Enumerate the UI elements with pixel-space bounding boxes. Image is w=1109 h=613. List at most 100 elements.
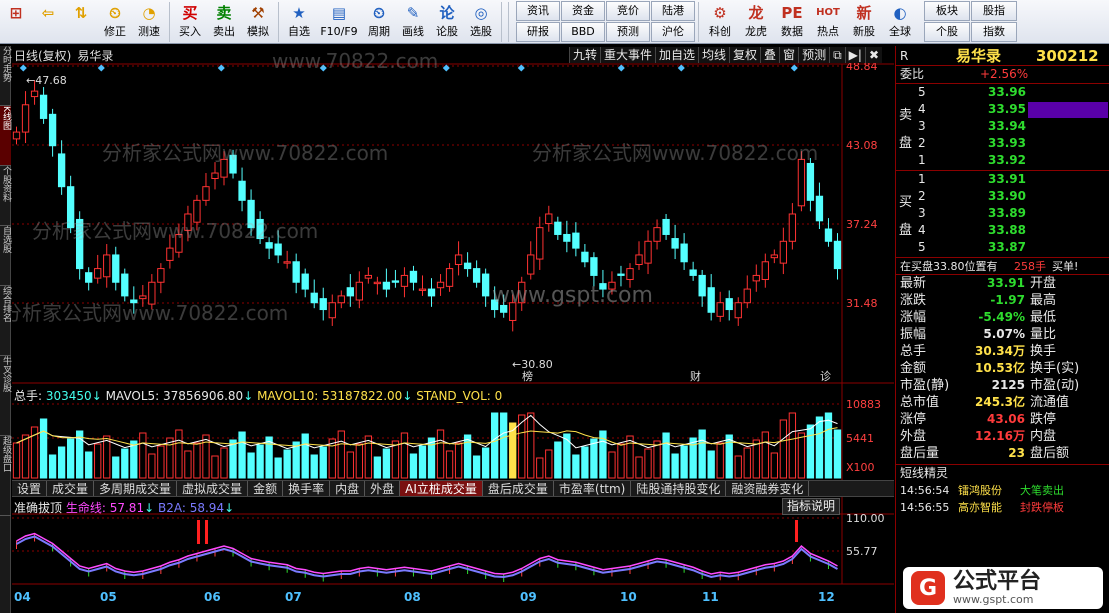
- toolbar-buy-button[interactable]: 买买入: [173, 0, 207, 44]
- toolbar-draw-button[interactable]: ✎ 画线: [396, 0, 430, 44]
- toolbar-grid-button[interactable]: 资金: [561, 1, 605, 21]
- down-arrow-icon: ↓: [91, 389, 102, 403]
- toolbar-grid-button[interactable]: 沪伦: [651, 22, 695, 42]
- candle-body: [626, 268, 634, 281]
- left-tab[interactable]: K线图: [0, 106, 11, 166]
- toolbar-home-button[interactable]: ⊞: [0, 0, 32, 44]
- toolbar-market-button[interactable]: 股指: [971, 1, 1017, 21]
- toolbar-market-button[interactable]: 板块: [924, 1, 970, 21]
- toolbar-period-button[interactable]: ⏲ 周期: [362, 0, 396, 44]
- chart-button[interactable]: 叠: [760, 47, 780, 63]
- chart-period-title[interactable]: 日线(复权): [14, 47, 71, 64]
- stat-label: 涨停: [900, 412, 927, 427]
- toolbar-grid-button[interactable]: 研报: [516, 22, 560, 42]
- toolbar-dragon-label: 龙虎: [745, 25, 767, 38]
- chart-button[interactable]: 复权: [729, 47, 761, 63]
- chart-button[interactable]: 预测: [798, 47, 830, 63]
- toolbar-dragon-button[interactable]: 龙龙虎: [738, 0, 774, 44]
- event-marker-label[interactable]: 榜: [522, 369, 533, 383]
- event-marker-label[interactable]: 诊: [820, 369, 831, 383]
- left-tab[interactable]: 超级盘口: [0, 436, 11, 516]
- candle-body: [554, 221, 562, 235]
- elves-row[interactable]: 14:56:55 高亦智能 封跌停板: [896, 499, 1109, 516]
- indicator-tab[interactable]: 换手率: [283, 481, 331, 496]
- toolbar-watchlist-button[interactable]: ★ 自选: [282, 0, 316, 44]
- indicator-tab[interactable]: AI立桩成交量: [400, 481, 483, 496]
- chart-button[interactable]: 窗: [779, 47, 799, 63]
- toolbar-pick-button[interactable]: ◎ 选股: [464, 0, 498, 44]
- indicator-tab[interactable]: 多周期成交量: [94, 481, 178, 496]
- toolbar-global-button[interactable]: ◐ 全球: [882, 0, 918, 44]
- toolbar-tech-button[interactable]: ⚙ 科创: [702, 0, 738, 44]
- volume-bar: [247, 452, 255, 479]
- volume-bar: [57, 446, 66, 479]
- event-marker-icon[interactable]: [790, 64, 798, 72]
- chart-button[interactable]: ✖: [864, 47, 882, 63]
- event-marker-icon[interactable]: [19, 64, 27, 72]
- toolbar-discuss-button[interactable]: 论论股: [430, 0, 464, 44]
- chart-button[interactable]: 重大事件: [599, 47, 655, 63]
- volume-bar: [364, 435, 373, 479]
- toolbar-grid-button[interactable]: 陆港: [651, 1, 695, 21]
- toolbar-grid-button[interactable]: 预测: [606, 22, 650, 42]
- indicator-tab[interactable]: 盘后成交量: [483, 481, 554, 496]
- event-marker-label[interactable]: 财: [690, 369, 701, 383]
- toolbar-back-button[interactable]: ⇦: [32, 0, 64, 44]
- toolbar-up-down-button[interactable]: ⇅: [64, 0, 98, 44]
- indicator-explain-button[interactable]: 指标说明: [782, 498, 841, 515]
- toolbar-market-button[interactable]: 个股: [924, 22, 970, 42]
- indicator-tab[interactable]: 成交量: [47, 481, 95, 496]
- volume-bar: [725, 434, 733, 479]
- hot-icon: HOT: [816, 7, 840, 18]
- signal-bar: [795, 520, 798, 542]
- elves-time: 14:56:55: [900, 501, 950, 514]
- volume-bar: [698, 429, 706, 479]
- toolbar-data-button[interactable]: PE 数据: [774, 0, 810, 44]
- elves-event: 封跌停板: [1020, 501, 1064, 514]
- chart-button[interactable]: 加自选: [654, 47, 698, 63]
- candle-body: [85, 272, 93, 283]
- toolbar-hot-button[interactable]: HOT 热点: [810, 0, 846, 44]
- indicator-name[interactable]: 准确拔顶: [14, 501, 62, 515]
- new-stock-icon: 新: [856, 4, 872, 22]
- indicator-tab[interactable]: 外盘: [365, 481, 401, 496]
- volume-bar: [319, 446, 327, 479]
- indicator-tab[interactable]: 金额: [248, 481, 284, 496]
- indicator-tab[interactable]: 融资融券变化: [726, 481, 810, 496]
- left-tab[interactable]: 个股资料: [0, 166, 11, 226]
- chart-button[interactable]: ▶|: [844, 47, 865, 63]
- volume-bar: [626, 435, 634, 479]
- toolbar-separator: [501, 2, 502, 42]
- left-tab[interactable]: 牛叉诊股: [0, 356, 11, 436]
- toolbar-simulate-button[interactable]: ⚒ 模拟: [241, 0, 275, 44]
- indicator-tab[interactable]: 虚拟成交量: [177, 481, 249, 496]
- volume-bar: [85, 451, 93, 479]
- toolbar-sell-button[interactable]: 卖卖出: [207, 0, 241, 44]
- toolbar-fix-button[interactable]: ⏲ 修正: [98, 0, 132, 44]
- volume-bar: [418, 445, 427, 479]
- elves-row[interactable]: 14:56:54 镭鸿股份 大笔卖出: [896, 482, 1109, 499]
- chart-button[interactable]: 九转: [568, 47, 600, 63]
- toolbar-grid-button[interactable]: 竞价: [606, 1, 650, 21]
- left-tab[interactable]: 分时走势: [0, 46, 11, 106]
- indicator-tab[interactable]: 市盈率(ttm): [554, 481, 632, 496]
- toolbar-speed-button[interactable]: ◔ 测速: [132, 0, 166, 44]
- toolbar-grid-button[interactable]: 资讯: [516, 1, 560, 21]
- stat-value: 43.06: [987, 412, 1025, 426]
- chart-button[interactable]: ⧉: [829, 47, 845, 63]
- candle-body: [581, 251, 589, 263]
- left-tab[interactable]: 综合排名: [0, 286, 11, 356]
- toolbar-new-stock-button[interactable]: 新新股: [846, 0, 882, 44]
- indicator-tab[interactable]: 陆股通持股变化: [631, 481, 727, 496]
- elves-title[interactable]: 短线精灵: [900, 466, 948, 480]
- toolbar-grid-button[interactable]: BBD: [561, 22, 605, 42]
- indicator-tab[interactable]: 内盘: [330, 481, 366, 496]
- toolbar-data-label: 数据: [781, 25, 803, 38]
- stat-label-2: 流通值: [1030, 395, 1070, 410]
- chart-button[interactable]: 均线: [698, 47, 730, 63]
- toolbar-market-button[interactable]: 指数: [971, 22, 1017, 42]
- left-tab[interactable]: 自选股: [0, 226, 11, 286]
- toolbar-f10-button[interactable]: ▤ F10/F9: [316, 0, 362, 44]
- indicator-tab[interactable]: 设置: [12, 481, 48, 496]
- discuss-icon: 论: [439, 4, 455, 22]
